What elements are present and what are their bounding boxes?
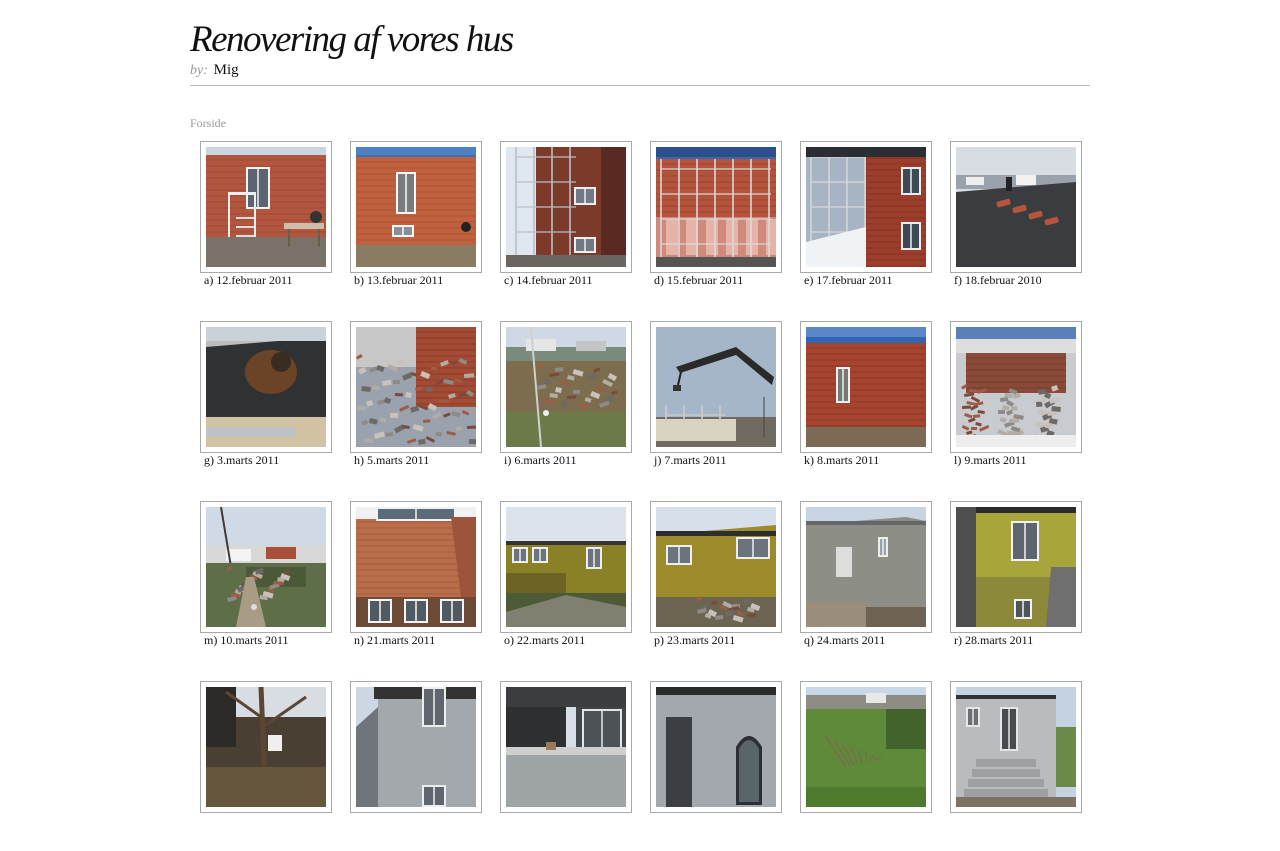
- photo-thumbnail-link[interactable]: [950, 141, 1082, 273]
- photo-thumbnail-link[interactable]: [800, 321, 932, 453]
- photo-thumbnail-link[interactable]: [950, 681, 1082, 813]
- photo-thumbnail-link[interactable]: [650, 501, 782, 633]
- photo-thumbnail[interactable]: [506, 147, 626, 267]
- photo-thumbnail-link[interactable]: [650, 321, 782, 453]
- gallery-item: f) 18.februar 2010: [950, 141, 1100, 311]
- photo-thumbnail[interactable]: [956, 327, 1076, 447]
- gallery-item: m) 10.marts 2011: [200, 501, 350, 671]
- photo-caption[interactable]: b) 13.februar 2011: [354, 273, 443, 288]
- gallery-item: a) 12.februar 2011: [200, 141, 350, 311]
- gallery-item: [800, 681, 950, 851]
- gallery-item: e) 17.februar 2011: [800, 141, 950, 311]
- photo-thumbnail-link[interactable]: [950, 321, 1082, 453]
- photo-thumbnail[interactable]: [206, 327, 326, 447]
- photo-thumbnail[interactable]: [656, 147, 776, 267]
- byline: by: Mig: [190, 62, 239, 79]
- photo-caption[interactable]: m) 10.marts 2011: [204, 633, 289, 648]
- photo-thumbnail[interactable]: [356, 147, 476, 267]
- photo-caption[interactable]: c) 14.februar 2011: [504, 273, 593, 288]
- gallery-item: [350, 681, 500, 851]
- photo-thumbnail[interactable]: [356, 687, 476, 807]
- gallery-item: [650, 681, 800, 851]
- photo-thumbnail-link[interactable]: [500, 501, 632, 633]
- photo-thumbnail[interactable]: [806, 327, 926, 447]
- photo-thumbnail-link[interactable]: [500, 141, 632, 273]
- photo-thumbnail-link[interactable]: [800, 681, 932, 813]
- photo-thumbnail[interactable]: [656, 507, 776, 627]
- gallery-item: h) 5.marts 2011: [350, 321, 500, 491]
- photo-thumbnail-link[interactable]: [950, 501, 1082, 633]
- gallery-item: b) 13.februar 2011: [350, 141, 500, 311]
- photo-thumbnail-link[interactable]: [800, 141, 932, 273]
- photo-thumbnail-link[interactable]: [200, 501, 332, 633]
- photo-thumbnail-link[interactable]: [200, 681, 332, 813]
- photo-caption[interactable]: j) 7.marts 2011: [654, 453, 727, 468]
- photo-caption[interactable]: r) 28.marts 2011: [954, 633, 1033, 648]
- by-label: by:: [190, 63, 208, 78]
- photo-caption[interactable]: d) 15.februar 2011: [654, 273, 743, 288]
- gallery-item: k) 8.marts 2011: [800, 321, 950, 491]
- gallery-item: [200, 681, 350, 851]
- photo-thumbnail[interactable]: [206, 147, 326, 267]
- gallery-item: q) 24.marts 2011: [800, 501, 950, 671]
- photo-thumbnail-link[interactable]: [500, 681, 632, 813]
- photo-thumbnail-link[interactable]: [500, 321, 632, 453]
- photo-thumbnail-link[interactable]: [200, 321, 332, 453]
- gallery-item: r) 28.marts 2011: [950, 501, 1100, 671]
- gallery-item: c) 14.februar 2011: [500, 141, 650, 311]
- photo-thumbnail[interactable]: [506, 327, 626, 447]
- photo-thumbnail-link[interactable]: [350, 681, 482, 813]
- photo-thumbnail-link[interactable]: [650, 681, 782, 813]
- breadcrumb-home[interactable]: Forside: [190, 116, 226, 131]
- photo-thumbnail[interactable]: [956, 147, 1076, 267]
- photo-thumbnail[interactable]: [506, 507, 626, 627]
- gallery-item: p) 23.marts 2011: [650, 501, 800, 671]
- gallery-item: [950, 681, 1100, 851]
- photo-thumbnail[interactable]: [506, 687, 626, 807]
- gallery-item: d) 15.februar 2011: [650, 141, 800, 311]
- photo-thumbnail-link[interactable]: [350, 141, 482, 273]
- gallery-item: g) 3.marts 2011: [200, 321, 350, 491]
- photo-thumbnail[interactable]: [656, 687, 776, 807]
- photo-caption[interactable]: k) 8.marts 2011: [804, 453, 879, 468]
- photo-thumbnail[interactable]: [956, 687, 1076, 807]
- photo-caption[interactable]: o) 22.marts 2011: [504, 633, 585, 648]
- photo-caption[interactable]: h) 5.marts 2011: [354, 453, 429, 468]
- photo-thumbnail[interactable]: [656, 327, 776, 447]
- photo-caption[interactable]: i) 6.marts 2011: [504, 453, 577, 468]
- photo-caption[interactable]: n) 21.marts 2011: [354, 633, 435, 648]
- photo-thumbnail[interactable]: [956, 507, 1076, 627]
- photo-thumbnail[interactable]: [206, 507, 326, 627]
- photo-thumbnail[interactable]: [206, 687, 326, 807]
- gallery-item: [500, 681, 650, 851]
- photo-caption[interactable]: l) 9.marts 2011: [954, 453, 1027, 468]
- photo-caption[interactable]: f) 18.februar 2010: [954, 273, 1042, 288]
- header-divider: [190, 85, 1090, 86]
- photo-thumbnail-link[interactable]: [350, 321, 482, 453]
- gallery-item: n) 21.marts 2011: [350, 501, 500, 671]
- photo-caption[interactable]: p) 23.marts 2011: [654, 633, 735, 648]
- photo-caption[interactable]: a) 12.februar 2011: [204, 273, 293, 288]
- photo-thumbnail[interactable]: [806, 687, 926, 807]
- photo-thumbnail[interactable]: [356, 507, 476, 627]
- photo-thumbnail[interactable]: [806, 147, 926, 267]
- gallery-item: l) 9.marts 2011: [950, 321, 1100, 491]
- photo-thumbnail-link[interactable]: [800, 501, 932, 633]
- photo-thumbnail-link[interactable]: [350, 501, 482, 633]
- photo-caption[interactable]: g) 3.marts 2011: [204, 453, 279, 468]
- gallery-item: j) 7.marts 2011: [650, 321, 800, 491]
- photo-caption[interactable]: e) 17.februar 2011: [804, 273, 893, 288]
- photo-thumbnail-link[interactable]: [200, 141, 332, 273]
- photo-caption[interactable]: q) 24.marts 2011: [804, 633, 885, 648]
- photo-thumbnail[interactable]: [356, 327, 476, 447]
- photo-thumbnail[interactable]: [806, 507, 926, 627]
- site-title[interactable]: Renovering af vores hus: [190, 18, 514, 61]
- gallery-item: i) 6.marts 2011: [500, 321, 650, 491]
- photo-thumbnail-link[interactable]: [650, 141, 782, 273]
- gallery-item: o) 22.marts 2011: [500, 501, 650, 671]
- author-name[interactable]: Mig: [214, 62, 239, 78]
